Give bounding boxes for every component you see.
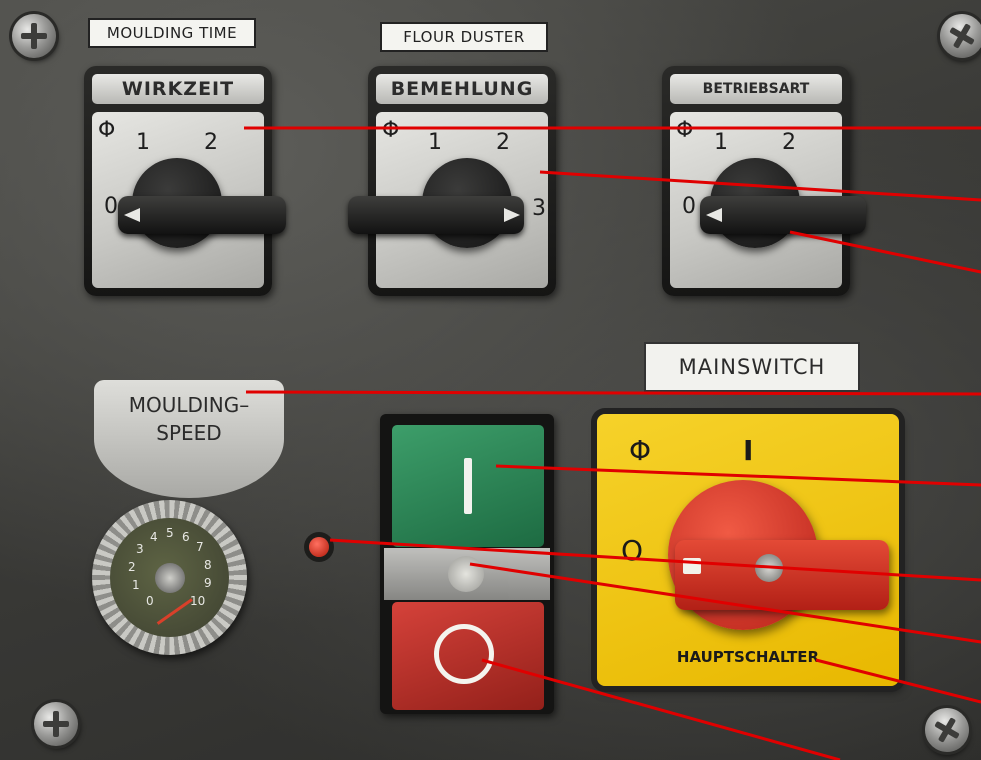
callout-line-betriebsart	[789, 230, 981, 274]
callout-lines	[244, 126, 981, 760]
callout-line-off-button	[481, 658, 841, 760]
callout-line-on-button	[495, 464, 981, 487]
control-panel: MOULDING TIME FLOUR DUSTER WIRKZEIT Φ 1 …	[0, 0, 981, 760]
callout-line-hauptschalter	[815, 658, 981, 704]
callout-line-moulding-speed	[245, 390, 981, 396]
callout-line-led	[329, 538, 981, 582]
callout-line-bemehlung	[539, 170, 981, 202]
